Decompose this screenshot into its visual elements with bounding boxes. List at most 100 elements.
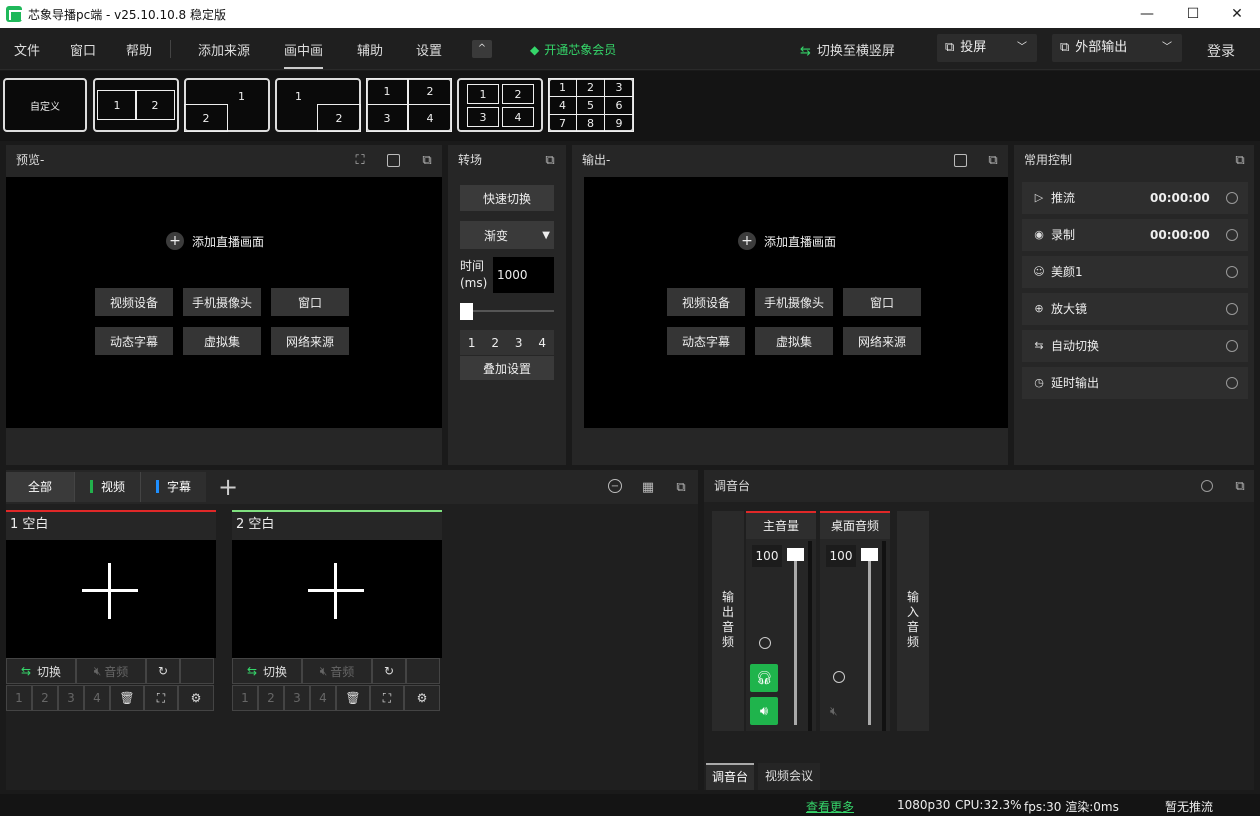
screenshot-icon[interactable] xyxy=(385,152,401,168)
control-push-stream[interactable]: ▷ 推流 00:00:00 xyxy=(1022,182,1248,214)
tab-mixer[interactable]: 调音台 xyxy=(706,763,754,790)
preview-subtitle-button[interactable]: 动态字幕 xyxy=(95,327,173,355)
layout-custom[interactable]: 自定义 xyxy=(3,78,87,132)
popout-icon[interactable]: ⧉ xyxy=(542,152,558,168)
menu-window[interactable]: 窗口 xyxy=(70,40,96,59)
source-slot-3[interactable]: 3 xyxy=(284,685,310,711)
settings-icon[interactable] xyxy=(1226,303,1238,315)
close-button[interactable]: ✕ xyxy=(1214,0,1260,28)
screenshot-icon[interactable]: ⛶ xyxy=(370,685,404,711)
add-content-icon[interactable] xyxy=(82,563,138,619)
zoom-out-icon[interactable]: − xyxy=(608,479,622,493)
grid-icon[interactable]: ▦ xyxy=(640,479,656,495)
preview-virtual-set-button[interactable]: 虚拟集 xyxy=(183,327,261,355)
menu-help[interactable]: 帮助 xyxy=(126,40,152,59)
output-window-button[interactable]: 窗口 xyxy=(843,288,921,316)
focus-icon[interactable]: ⛶ xyxy=(352,152,368,168)
overlay-slot-2[interactable]: 2 xyxy=(491,336,499,350)
layout-grid-4-spaced[interactable]: 1 2 3 4 xyxy=(457,78,543,132)
popout-icon[interactable]: ⧉ xyxy=(1232,478,1248,494)
transition-slider-handle[interactable] xyxy=(460,303,473,320)
vip-link[interactable]: ◆ 开通芯象会员 xyxy=(530,41,616,58)
settings-icon[interactable] xyxy=(1201,480,1213,492)
settings-icon[interactable] xyxy=(1226,192,1238,204)
source-card[interactable]: 2 空白 xyxy=(232,510,442,658)
control-record[interactable]: ◉ 录制 00:00:00 xyxy=(1022,219,1248,251)
output-video-device-button[interactable]: 视频设备 xyxy=(667,288,745,316)
refresh-icon[interactable]: ↻ xyxy=(372,658,406,684)
source-slot-2[interactable]: 2 xyxy=(258,685,284,711)
output-phone-camera-button[interactable]: 手机摄像头 xyxy=(755,288,833,316)
layout-grid-4[interactable]: 1 2 3 4 xyxy=(366,78,452,132)
overlay-slot-3[interactable]: 3 xyxy=(515,336,523,350)
source-audio-button[interactable]: 🔇︎ 音频 xyxy=(76,658,146,684)
volume-value[interactable]: 100 xyxy=(752,545,782,567)
quick-switch-button[interactable]: 快速切换 xyxy=(460,185,554,211)
settings-icon[interactable] xyxy=(833,671,845,683)
settings-icon[interactable] xyxy=(1226,377,1238,389)
collapse-menu-button[interactable]: ^ xyxy=(472,40,492,58)
popout-icon[interactable]: ⧉ xyxy=(1232,152,1248,168)
external-output-dropdown[interactable]: ⧉ 外部输出 ﹀ xyxy=(1052,34,1182,62)
preview-network-source-button[interactable]: 网络来源 xyxy=(271,327,349,355)
settings-icon[interactable]: ⚙︎ xyxy=(404,685,440,711)
popout-icon[interactable]: ⧉ xyxy=(673,479,689,495)
overlay-settings-button[interactable]: 叠加设置 xyxy=(460,356,554,380)
time-input[interactable]: 1000 xyxy=(493,257,554,293)
menu-assist[interactable]: 辅助 xyxy=(357,40,383,59)
control-beauty[interactable]: ☺ 美颜1 xyxy=(1022,256,1248,288)
tab-video-conference[interactable]: 视频会议 xyxy=(758,763,820,790)
refresh-icon[interactable]: ↻ xyxy=(146,658,180,684)
screenshot-icon[interactable]: ⛶ xyxy=(144,685,178,711)
screenshot-icon[interactable] xyxy=(952,152,968,168)
minimize-button[interactable]: — xyxy=(1124,0,1170,28)
settings-icon[interactable] xyxy=(1226,340,1238,352)
output-subtitle-button[interactable]: 动态字幕 xyxy=(667,327,745,355)
add-source-plus-icon[interactable]: + xyxy=(218,472,238,502)
preview-add-scene[interactable]: + 添加直播画面 xyxy=(166,232,264,250)
popout-icon[interactable]: ⧉ xyxy=(419,152,435,168)
overlay-slot-1[interactable]: 1 xyxy=(468,336,476,350)
menu-add-source[interactable]: 添加来源 xyxy=(198,40,250,59)
layout-grid-9[interactable]: 1 2 3 4 5 6 7 8 9 xyxy=(548,78,634,132)
volume-handle[interactable] xyxy=(861,548,878,561)
tab-all[interactable]: 全部 xyxy=(6,472,74,502)
headphone-icon[interactable]: 🎧︎ xyxy=(750,664,778,692)
volume-handle[interactable] xyxy=(787,548,804,561)
mute-icon[interactable]: 🔇︎ xyxy=(830,704,838,719)
tab-subtitle[interactable]: 字幕 xyxy=(140,472,206,502)
transition-mode-select[interactable]: 渐变 ▼ xyxy=(460,221,554,249)
speaker-icon[interactable]: 🔊︎ xyxy=(750,697,778,725)
layout-pip-bottom-left[interactable]: 1 2 xyxy=(184,78,270,132)
delete-icon[interactable]: 🗑︎ xyxy=(110,685,144,711)
control-delayed-output[interactable]: ◷ 延时输出 xyxy=(1022,367,1248,399)
settings-icon[interactable] xyxy=(759,637,771,649)
source-slot-1[interactable]: 1 xyxy=(232,685,258,711)
output-add-scene[interactable]: + 添加直播画面 xyxy=(738,232,836,250)
add-content-icon[interactable] xyxy=(308,563,364,619)
source-card[interactable]: 1 空白 xyxy=(6,510,216,658)
menu-file[interactable]: 文件 xyxy=(14,40,40,59)
popout-icon[interactable]: ⧉ xyxy=(985,152,1001,168)
menu-settings[interactable]: 设置 xyxy=(416,40,442,59)
preview-phone-camera-button[interactable]: 手机摄像头 xyxy=(183,288,261,316)
menu-pip[interactable]: 画中画 xyxy=(284,40,324,69)
preview-video-device-button[interactable]: 视频设备 xyxy=(95,288,173,316)
settings-icon[interactable]: ⚙︎ xyxy=(178,685,214,711)
layout-pip-bottom-right[interactable]: 1 2 xyxy=(275,78,361,132)
output-virtual-set-button[interactable]: 虚拟集 xyxy=(755,327,833,355)
cast-dropdown[interactable]: ⧉ 投屏 ﹀ xyxy=(937,34,1037,62)
overlay-slot-4[interactable]: 4 xyxy=(538,336,546,350)
view-more-link[interactable]: 查看更多 xyxy=(806,798,854,815)
switch-orientation-button[interactable]: ⇆ 切换至横竖屏 xyxy=(800,40,895,59)
source-audio-button[interactable]: 🔇︎ 音频 xyxy=(302,658,372,684)
maximize-button[interactable]: ☐ xyxy=(1170,0,1216,28)
tab-video[interactable]: 视频 xyxy=(74,472,140,502)
login-button[interactable]: 登录 xyxy=(1207,41,1235,61)
layout-side-by-side[interactable]: 1 2 xyxy=(93,78,179,132)
settings-icon[interactable] xyxy=(1226,229,1238,241)
source-slot-3[interactable]: 3 xyxy=(58,685,84,711)
volume-value[interactable]: 100 xyxy=(826,545,856,567)
source-slot-4[interactable]: 4 xyxy=(310,685,336,711)
delete-icon[interactable]: 🗑︎ xyxy=(336,685,370,711)
